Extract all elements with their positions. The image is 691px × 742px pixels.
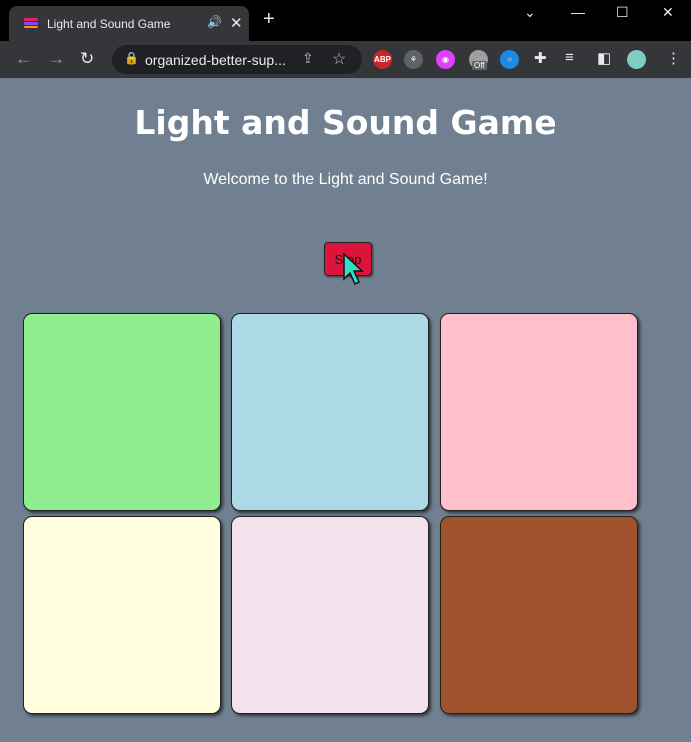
media-icon[interactable]: ≡ — [565, 49, 574, 66]
welcome-text: Welcome to the Light and Sound Game! — [203, 171, 488, 188]
page-title: Light and Sound Game — [134, 103, 557, 142]
url-text: organized-better-sup... — [145, 52, 286, 68]
extension-badge: Off — [472, 61, 487, 70]
game-button-2[interactable] — [231, 313, 429, 511]
window-close-icon[interactable]: ✕ — [662, 4, 674, 21]
bookmark-star-icon[interactable]: ☆ — [332, 49, 346, 69]
tab-search-icon[interactable]: ⌄ — [524, 4, 536, 21]
game-button-3[interactable] — [440, 313, 638, 511]
reload-icon[interactable]: ↻ — [80, 49, 94, 69]
puzzle-icon[interactable]: ✚ — [534, 49, 547, 67]
game-button-1[interactable] — [23, 313, 221, 511]
extension-icon[interactable]: ⚘ — [404, 50, 423, 69]
lock-icon: 🔒 — [124, 51, 139, 65]
new-tab-icon[interactable]: + — [263, 8, 275, 31]
color-extension-icon[interactable]: ◉ — [436, 50, 455, 69]
browser-tab[interactable]: Light and Sound Game 🔊 ✕ — [9, 6, 249, 41]
side-panel-icon[interactable]: ◧ — [597, 49, 611, 67]
menu-kebab-icon[interactable]: ⋮ — [666, 49, 681, 67]
browser-toolbar: ← → ↻ 🔒 organized-better-sup... ⇪ ☆ ABP … — [0, 41, 691, 78]
adblock-extension-icon[interactable]: ABP — [373, 50, 392, 69]
game-button-4[interactable] — [23, 516, 221, 714]
profile-avatar-icon[interactable] — [627, 50, 646, 69]
cursor-icon — [343, 253, 364, 285]
tab-title: Light and Sound Game — [47, 17, 171, 31]
browser-chrome: Light and Sound Game 🔊 ✕ + ⌄ — ☐ ✕ ← → ↻… — [0, 0, 691, 78]
minimize-icon[interactable]: — — [571, 4, 585, 20]
sync-extension-icon[interactable]: ○ — [500, 50, 519, 69]
tab-strip: Light and Sound Game 🔊 ✕ + ⌄ — ☐ ✕ — [0, 0, 691, 41]
close-tab-icon[interactable]: ✕ — [230, 14, 243, 32]
maximize-icon[interactable]: ☐ — [616, 4, 629, 21]
game-button-6[interactable] — [440, 516, 638, 714]
favicon-icon — [24, 18, 38, 28]
back-icon[interactable]: ← — [15, 49, 32, 69]
share-icon[interactable]: ⇪ — [302, 50, 314, 67]
address-bar[interactable]: 🔒 organized-better-sup... ⇪ ☆ — [112, 45, 362, 74]
speaker-icon[interactable]: 🔊 — [207, 15, 222, 29]
forward-icon[interactable]: → — [48, 49, 65, 69]
game-button-5[interactable] — [231, 516, 429, 714]
